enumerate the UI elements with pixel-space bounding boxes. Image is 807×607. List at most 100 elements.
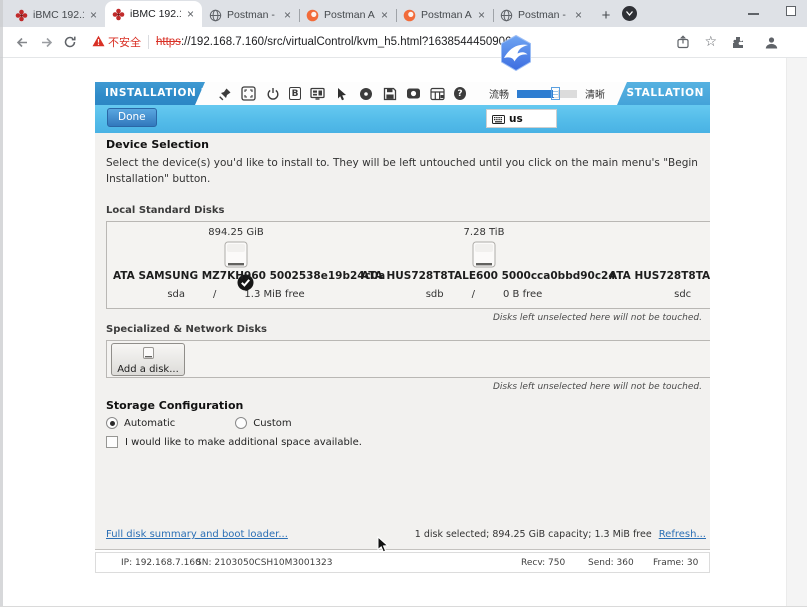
refresh-link[interactable]: Refresh...	[659, 529, 706, 540]
mouse-pointer-icon[interactable]	[334, 86, 349, 101]
tab-postman-browse-1[interactable]: Postman - Browse ×	[202, 3, 299, 27]
disk-mount: /	[213, 289, 216, 300]
local-disks-note: Disks left unselected here will not be t…	[493, 313, 702, 323]
browser-window: iBMC 192.168.7.16 × iBMC 192.168.7.16 × …	[0, 0, 807, 607]
additional-space-checkbox-row[interactable]: I would like to make additional space av…	[106, 436, 362, 448]
pin-icon[interactable]	[217, 86, 232, 101]
window-maximize-button[interactable]	[786, 6, 796, 16]
additional-space-label: I would like to make additional space av…	[125, 437, 362, 448]
cdrom-icon[interactable]	[358, 86, 373, 101]
disk-drive-icon	[472, 241, 496, 268]
tab-title: Postman - Browse	[227, 9, 278, 21]
browser-update-icon[interactable]	[622, 6, 637, 21]
tab-close-icon[interactable]: ×	[283, 10, 292, 20]
disk-device: sdb	[426, 289, 444, 300]
not-secure-warning-icon	[92, 35, 105, 50]
address-bar: 不安全 https://192.168.7.160/src/virtualCon…	[0, 27, 807, 58]
screenshot-icon[interactable]	[430, 86, 445, 101]
tab-postman-api-1[interactable]: Postman API Platfo ×	[299, 3, 396, 27]
small-disk-icon	[143, 344, 154, 363]
new-tab-button[interactable]: +	[594, 3, 618, 27]
url-field[interactable]: 不安全 https://192.168.7.160/src/virtualCon…	[92, 34, 671, 50]
help-icon[interactable]: ?	[454, 87, 466, 100]
done-button[interactable]: Done	[107, 108, 157, 127]
window-minimize-button[interactable]	[748, 13, 759, 15]
radio-automatic-dot[interactable]	[106, 417, 118, 429]
tab-close-icon[interactable]: ×	[186, 9, 195, 19]
share-icon[interactable]	[671, 30, 695, 54]
disk-tile-sdc[interactable]: 7.28 TiB ATA HUS728T8TALE600 5000cca0bbd…	[609, 222, 710, 309]
profile-avatar-icon[interactable]	[759, 30, 783, 54]
tab-ibmc-2-active[interactable]: iBMC 192.168.7.16 ×	[105, 1, 202, 27]
floppy-save-icon[interactable]	[382, 86, 397, 101]
quality-slider-handle[interactable]	[551, 87, 560, 100]
tab-close-icon[interactable]: ×	[477, 10, 486, 20]
tab-postman-browse-2[interactable]: Postman - Browse ×	[493, 3, 590, 27]
url-divider	[148, 35, 149, 49]
url-text: ://192.168.7.160/src/virtualControl/kvm_…	[181, 36, 512, 48]
additional-space-checkbox[interactable]	[106, 436, 118, 448]
thunder-download-icon[interactable]	[497, 34, 535, 72]
tab-close-icon[interactable]: ×	[380, 10, 389, 20]
storage-configuration-title: Storage Configuration	[106, 399, 243, 412]
disk-name: ATA SAMSUNG MZ7KH960 5002538e19b24c0a	[113, 270, 359, 282]
tab-close-icon[interactable]: ×	[89, 10, 98, 20]
page-scrollbar[interactable]	[786, 58, 807, 607]
kvm-recv-rate: Recv: 750	[521, 558, 565, 568]
radio-automatic[interactable]: Automatic	[106, 417, 175, 429]
disk-device: sdc	[674, 289, 691, 300]
network-disks-note: Disks left unselected here will not be t…	[493, 382, 702, 392]
tab-ibmc-1[interactable]: iBMC 192.168.7.16 ×	[8, 3, 105, 27]
slider-sharp-label: 清晰	[585, 86, 605, 101]
screen-session-icon[interactable]	[310, 86, 325, 101]
add-disk-label: Add a disk...	[117, 364, 179, 375]
selection-status-text: 1 disk selected; 894.25 GiB capacity; 1.…	[415, 529, 652, 540]
globe-icon	[500, 9, 513, 22]
globe-icon	[209, 9, 222, 22]
radio-automatic-label: Automatic	[124, 418, 175, 429]
window-left-edge	[0, 0, 3, 607]
mouse-cursor	[377, 536, 389, 558]
full-disk-summary-link[interactable]: Full disk summary and boot loader...	[106, 529, 288, 540]
tab-postman-api-2[interactable]: Postman API Platfo ×	[396, 3, 493, 27]
url-scheme: https	[156, 36, 181, 48]
network-disks-title: Specialized & Network Disks	[106, 324, 267, 335]
keyboard-layout-value: us	[509, 113, 523, 125]
record-icon[interactable]	[406, 86, 421, 101]
kvm-serial-number: SN: 2103050CSH10M3001323	[196, 558, 333, 568]
disk-drive-icon	[224, 241, 248, 268]
keyboard-layout-indicator[interactable]: us	[486, 109, 557, 128]
installer-subheader: Done us	[95, 105, 710, 133]
radio-custom-label: Custom	[253, 418, 291, 429]
installer-header-right-text: STALLATION	[626, 87, 704, 99]
fullscreen-icon[interactable]	[241, 86, 256, 101]
kvm-ip: IP: 192.168.7.160	[121, 558, 201, 568]
quality-slider-track[interactable]	[517, 90, 577, 98]
tab-bar: iBMC 192.168.7.16 × iBMC 192.168.7.16 × …	[0, 0, 807, 27]
disk-tile-sda[interactable]: 894.25 GiB ATA SAMSUNG MZ7KH960 5002538e…	[113, 222, 359, 309]
radio-custom[interactable]: Custom	[235, 417, 291, 429]
quality-slider-fill	[517, 90, 554, 98]
tab-close-icon[interactable]: ×	[574, 10, 583, 20]
disk-tile-sdb[interactable]: 7.28 TiB ATA HUS728T8TALE600 5000cca0bbd…	[361, 222, 607, 309]
device-selection-title: Device Selection	[106, 138, 209, 151]
back-icon[interactable]	[10, 30, 34, 54]
kvm-remote-screen: INSTALLATION DESTINATION STALLATION Done…	[95, 82, 710, 550]
kvm-toolbar: B ? 流畅 清晰	[195, 82, 627, 105]
add-disk-button[interactable]: Add a disk...	[111, 343, 185, 376]
power-icon[interactable]	[265, 86, 280, 101]
bookmark-star-icon[interactable]: ☆	[704, 35, 717, 49]
postman-favicon-icon	[306, 9, 319, 22]
radio-custom-dot[interactable]	[235, 417, 247, 429]
installer-content: Device Selection Select the device(s) yo…	[95, 133, 710, 550]
keyboard-b-icon[interactable]: B	[289, 87, 301, 100]
tab-title: Postman - Browse	[518, 9, 569, 21]
tab-title: iBMC 192.168.7.16	[33, 9, 84, 21]
disk-free: 0 B free	[503, 289, 542, 300]
local-disks-panel: 894.25 GiB ATA SAMSUNG MZ7KH960 5002538e…	[106, 221, 710, 309]
disk-size: 7.28 TiB	[609, 227, 710, 238]
slider-smooth-label: 流畅	[489, 86, 509, 101]
reload-icon[interactable]	[58, 30, 82, 54]
extensions-puzzle-icon[interactable]	[726, 30, 750, 54]
forward-icon[interactable]	[34, 30, 58, 54]
